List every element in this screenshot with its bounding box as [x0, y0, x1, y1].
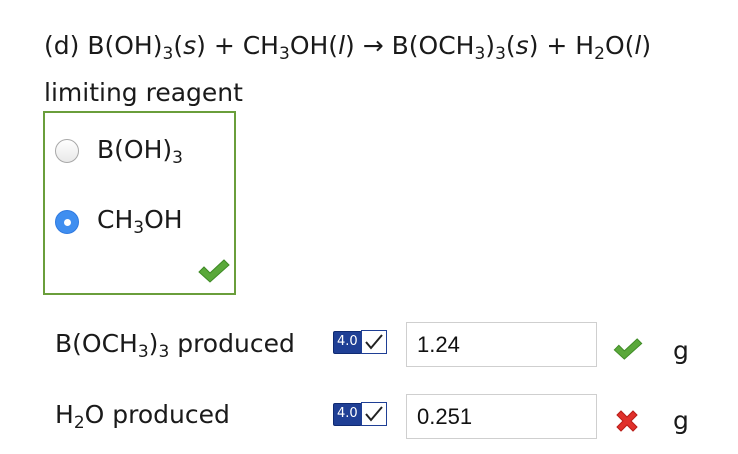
- radio-boh3[interactable]: [55, 139, 79, 163]
- subscript: 3: [137, 342, 149, 362]
- plus-sign: +: [546, 31, 568, 60]
- sig-fig-badge[interactable]: 4.0: [333, 329, 397, 355]
- label-text: B(OCH: [55, 329, 138, 358]
- limiting-reagent-choices: B(OH)3 CH3OH: [43, 111, 236, 295]
- subscript: 3: [495, 44, 506, 64]
- reactant-1: B(OH): [87, 31, 163, 60]
- subscript: 3: [133, 218, 145, 238]
- state: l: [338, 31, 346, 60]
- product-1-part: ): [485, 31, 496, 60]
- choice-label-boh3[interactable]: B(OH)3: [97, 135, 183, 168]
- reaction-equation: (d) B(OH)3(s) + CH3OH(l) → B(OCH3)3(s) +…: [44, 31, 652, 64]
- reactant-2-part: OH: [289, 31, 329, 60]
- subscript: 2: [594, 44, 605, 64]
- sig-fig-badge[interactable]: 4.0: [333, 401, 397, 427]
- sig-fig-check-icon: [360, 330, 387, 354]
- h2o-answer-input[interactable]: [406, 394, 597, 439]
- label-text: O produced: [84, 400, 230, 429]
- sig-fig-value: 4.0: [333, 402, 362, 426]
- product-2-part: O: [604, 31, 625, 60]
- state: s: [515, 31, 529, 60]
- unit-label: g: [673, 406, 689, 435]
- subscript: 3: [158, 342, 170, 362]
- choice-text: CH: [97, 205, 134, 234]
- choice-text: OH: [144, 205, 183, 234]
- subscript: 3: [474, 44, 486, 64]
- label-text: ): [148, 329, 159, 358]
- plus-sign: +: [213, 31, 235, 60]
- boch3-answer-input[interactable]: [406, 322, 597, 367]
- subscript: 3: [172, 148, 183, 168]
- row-label-boch3-produced: B(OCH3)3 produced: [55, 329, 295, 362]
- product-1: B(OCH: [391, 31, 475, 60]
- subscript: 2: [73, 413, 85, 433]
- reactant-2: CH: [242, 31, 279, 60]
- state: l: [634, 31, 642, 60]
- subscript: 3: [278, 44, 290, 64]
- part-label: (d): [44, 31, 80, 60]
- choice-label-ch3oh[interactable]: CH3OH: [97, 205, 183, 238]
- sig-fig-check-icon: [360, 402, 387, 426]
- choice-text: B(OH): [97, 135, 173, 164]
- check-icon: [198, 259, 230, 283]
- limiting-reagent-label: limiting reagent: [44, 78, 243, 107]
- reaction-arrow: →: [362, 31, 384, 60]
- check-icon: [613, 338, 643, 360]
- radio-ch3oh[interactable]: [55, 210, 79, 234]
- sig-fig-value: 4.0: [333, 330, 362, 354]
- label-text: H: [55, 400, 74, 429]
- label-text: produced: [169, 329, 295, 358]
- subscript: 3: [162, 44, 174, 64]
- state: s: [183, 31, 197, 60]
- row-label-h2o-produced: H2O produced: [55, 400, 230, 433]
- product-2: H: [575, 31, 595, 60]
- unit-label: g: [673, 336, 689, 365]
- x-icon: [616, 410, 638, 432]
